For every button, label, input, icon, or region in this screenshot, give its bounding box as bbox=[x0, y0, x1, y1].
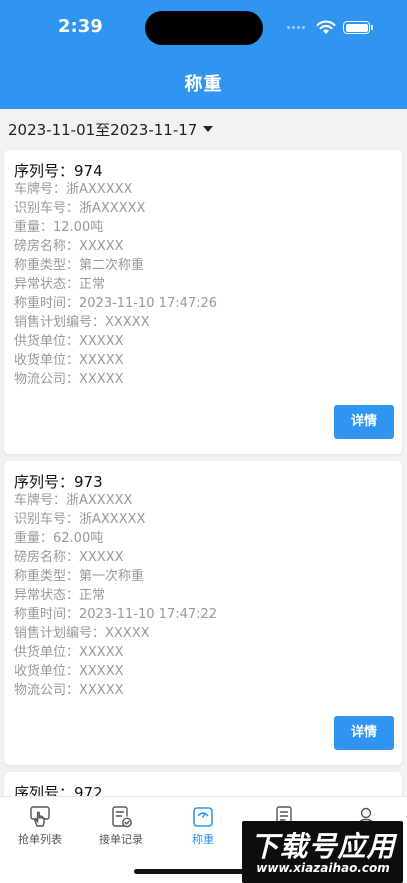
wifi-icon bbox=[316, 20, 336, 34]
record-plate: 车牌号：浙AXXXXX bbox=[14, 493, 133, 508]
watermark-title: 下载号应用 bbox=[250, 830, 396, 863]
weighing-record-card: 序列号：973 车牌号：浙AXXXXX 识别车号：浙AXXXXX 重量：62.0… bbox=[4, 461, 402, 765]
record-weigh-time: 称重时间：2023-11-10 17:47:26 bbox=[14, 296, 218, 311]
tab-grab-orders[interactable]: 抢单列表 bbox=[0, 797, 80, 857]
tab-label: 称重 bbox=[192, 833, 214, 846]
order-check-icon bbox=[112, 806, 132, 828]
details-button[interactable]: 详情 bbox=[334, 716, 394, 750]
weighing-record-card: 序列号：974 车牌号：浙AXXXXX 识别车号：浙AXXXXX 重量：12.0… bbox=[4, 150, 402, 454]
tab-label: 接单记录 bbox=[99, 833, 143, 846]
record-logistics: 物流公司：XXXXX bbox=[14, 372, 124, 387]
status-time: 2:39 bbox=[58, 16, 103, 37]
tab-label: 抢单列表 bbox=[18, 833, 62, 846]
record-exception-status: 异常状态：正常 bbox=[14, 277, 106, 292]
tab-weighing[interactable]: 称重 bbox=[163, 797, 243, 857]
record-supplier: 供货单位：XXXXX bbox=[14, 334, 124, 349]
watermark-url: www.xiazaihao.com bbox=[256, 861, 390, 875]
dynamic-island bbox=[145, 11, 263, 45]
record-weight: 重量：12.00吨 bbox=[14, 220, 104, 235]
record-recognized-plate: 识别车号：浙AXXXXX bbox=[14, 512, 146, 527]
date-range-filter[interactable]: 2023-11-01至2023-11-17 bbox=[8, 118, 214, 140]
record-supplier: 供货单位：XXXXX bbox=[14, 645, 124, 660]
record-serial: 序列号：973 bbox=[14, 473, 103, 491]
dropdown-caret-icon bbox=[203, 126, 214, 132]
record-exception-status: 异常状态：正常 bbox=[14, 588, 106, 603]
record-plate: 车牌号：浙AXXXXX bbox=[14, 182, 133, 197]
record-receiver: 收货单位：XXXXX bbox=[14, 664, 124, 679]
date-range-label: 2023-11-01至2023-11-17 bbox=[8, 120, 198, 139]
record-sales-plan-no: 销售计划编号：XXXXX bbox=[14, 626, 150, 641]
battery-icon bbox=[343, 21, 373, 34]
scale-icon bbox=[193, 807, 213, 827]
details-button[interactable]: 详情 bbox=[334, 405, 394, 439]
record-scale-house: 磅房名称：XXXXX bbox=[14, 550, 124, 565]
app-header: 2:39 称重 bbox=[0, 0, 407, 109]
record-sales-plan-no: 销售计划编号：XXXXX bbox=[14, 315, 150, 330]
record-serial: 序列号：974 bbox=[14, 162, 103, 180]
record-recognized-plate: 识别车号：浙AXXXXX bbox=[14, 201, 146, 216]
record-weigh-type: 称重类型：第二次称重 bbox=[14, 258, 145, 273]
status-bar: 2:39 bbox=[0, 0, 407, 54]
record-weigh-time: 称重时间：2023-11-10 17:47:22 bbox=[14, 607, 218, 622]
watermark-logo: 下载号应用 www.xiazaihao.com bbox=[242, 821, 403, 883]
record-weight: 重量：62.00吨 bbox=[14, 531, 104, 546]
tab-order-records[interactable]: 接单记录 bbox=[81, 797, 161, 857]
signal-icon bbox=[287, 26, 305, 29]
record-weigh-type: 称重类型：第一次称重 bbox=[14, 569, 145, 584]
record-logistics: 物流公司：XXXXX bbox=[14, 683, 124, 698]
hand-tap-icon bbox=[30, 806, 50, 827]
record-scale-house: 磅房名称：XXXXX bbox=[14, 239, 124, 254]
record-receiver: 收货单位：XXXXX bbox=[14, 353, 124, 368]
page-title: 称重 bbox=[184, 74, 223, 95]
